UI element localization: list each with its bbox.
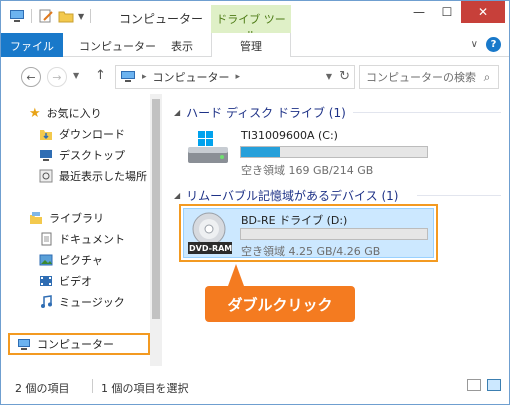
group-header-hdd[interactable]: ◢ ハード ディスク ドライブ (1) xyxy=(174,104,346,121)
window-controls: — ☐ ✕ xyxy=(405,1,505,23)
nav-item-downloads[interactable]: ダウンロード xyxy=(39,125,125,143)
maximize-button[interactable]: ☐ xyxy=(433,1,461,23)
dvd-ram-badge: DVD-RAM xyxy=(189,244,233,253)
tab-manage[interactable]: 管理 xyxy=(211,33,291,57)
computer-icon xyxy=(121,71,135,82)
recent-locations-chevron-icon[interactable]: ▼ xyxy=(73,71,79,80)
search-input[interactable]: コンピューターの検索 xyxy=(366,69,476,85)
pictures-icon xyxy=(39,254,53,266)
tiles-view-icon[interactable] xyxy=(487,379,501,391)
search-icon[interactable]: ⌕ xyxy=(476,70,498,85)
group-header-label: ハード ディスク ドライブ (1) xyxy=(186,106,346,120)
double-click-callout: ダブルクリック xyxy=(205,286,355,322)
nav-item-label: ピクチャ xyxy=(59,254,103,267)
context-tab-header: ドライブ ツール xyxy=(211,5,291,42)
music-icon xyxy=(41,295,52,308)
desktop-icon xyxy=(40,150,52,161)
drive-d-name: BD-RE ドライブ (D:) xyxy=(241,214,348,227)
address-history-chevron-icon[interactable]: ▼ xyxy=(326,72,332,81)
qat-dropdown-icon[interactable]: ▼ xyxy=(78,12,84,21)
explorer-window: ▼ コンピューター ドライブ ツール — ☐ ✕ ファイル コンピューター 表示… xyxy=(0,0,510,405)
nav-item-videos[interactable]: ビデオ xyxy=(39,272,92,290)
tab-computer[interactable]: コンピューター xyxy=(79,33,156,57)
status-bar: 2 個の項目 1 個の項目を選択 xyxy=(1,371,509,404)
nav-item-music[interactable]: ミュージック xyxy=(39,293,125,311)
tab-view[interactable]: 表示 xyxy=(171,33,193,57)
download-folder-icon xyxy=(40,130,52,140)
nav-libraries[interactable]: ライブラリ xyxy=(29,209,104,227)
nav-item-pictures[interactable]: ピクチャ xyxy=(39,251,103,269)
star-icon: ★ xyxy=(29,105,41,121)
expand-ribbon-icon[interactable]: ∨ xyxy=(471,39,478,50)
nav-favorites-label: お気に入り xyxy=(46,107,102,120)
group-divider xyxy=(353,112,501,113)
nav-item-recent-places[interactable]: 最近表示した場所 xyxy=(39,167,147,185)
nav-scrollbar-thumb[interactable] xyxy=(152,99,160,319)
up-arrow-icon[interactable]: ↑ xyxy=(95,68,106,83)
collapse-chevron-icon[interactable]: ◢ xyxy=(174,191,180,200)
drive-c-free-space: 空き領域 169 GB/214 GB xyxy=(241,164,374,177)
nav-item-label: ビデオ xyxy=(59,275,92,288)
qat-separator xyxy=(31,9,32,23)
nav-item-label: ミュージック xyxy=(59,296,125,309)
nav-item-label: ダウンロード xyxy=(59,128,125,141)
status-separator xyxy=(92,379,93,393)
nav-item-label: ドキュメント xyxy=(59,233,125,246)
nav-item-label: 最近表示した場所 xyxy=(59,170,147,183)
group-divider xyxy=(417,195,501,196)
drive-c-name[interactable]: TI31009600A (C:) xyxy=(241,129,338,142)
recent-places-icon xyxy=(39,169,53,183)
ribbon-right-controls: ∨ ? xyxy=(471,37,501,52)
drive-d-free-space: 空き領域 4.25 GB/4.26 GB xyxy=(241,245,381,258)
new-folder-icon[interactable] xyxy=(58,9,74,23)
nav-item-desktop[interactable]: デスクトップ xyxy=(39,146,125,164)
close-button[interactable]: ✕ xyxy=(461,1,505,23)
back-arrow-icon[interactable]: ← xyxy=(21,67,41,87)
nav-item-documents[interactable]: ドキュメント xyxy=(39,230,125,248)
group-header-label: リムーバブル記憶域があるデバイス (1) xyxy=(186,189,399,203)
minimize-button[interactable]: — xyxy=(405,1,433,23)
refresh-icon[interactable]: ↻ xyxy=(339,69,350,84)
nav-item-label: デスクトップ xyxy=(59,149,125,162)
breadcrumb-separator-icon[interactable]: ▸ xyxy=(142,72,147,82)
nav-favorites[interactable]: ★ お気に入り xyxy=(29,104,102,122)
callout-pointer xyxy=(228,264,244,286)
help-icon[interactable]: ? xyxy=(486,37,501,52)
status-item-count: 2 個の項目 xyxy=(15,382,70,395)
address-bar[interactable]: ▸ コンピューター ▸ ▼ ↻ xyxy=(115,65,355,89)
computer-app-icon xyxy=(10,10,24,22)
details-view-icon[interactable] xyxy=(467,379,481,391)
navigation-bar: ← → ▼ ↑ ▸ コンピューター ▸ ▼ ↻ コンピューターの検索 ⌕ xyxy=(1,58,509,94)
drive-c-usage-fill xyxy=(241,147,281,157)
computer-highlight-outline xyxy=(8,333,150,355)
search-box[interactable]: コンピューターの検索 ⌕ xyxy=(359,65,499,89)
breadcrumb-separator-icon[interactable]: ▸ xyxy=(236,72,241,82)
group-header-removable[interactable]: ◢ リムーバブル記憶域があるデバイス (1) xyxy=(174,187,399,204)
status-selection: 1 個の項目を選択 xyxy=(101,382,189,395)
ribbon-tabs: ファイル コンピューター 表示 管理 ∨ ? xyxy=(1,33,509,57)
view-switcher xyxy=(467,379,501,391)
drive-d-usage-bar xyxy=(240,228,428,240)
nav-libraries-label: ライブラリ xyxy=(49,212,104,225)
drive-c-usage-bar xyxy=(240,146,428,158)
videos-icon xyxy=(40,276,52,286)
quick-access-toolbar: ▼ xyxy=(9,9,93,23)
properties-icon[interactable] xyxy=(38,9,54,23)
qat-separator xyxy=(90,9,92,23)
title-bar: ▼ コンピューター ドライブ ツール — ☐ ✕ xyxy=(1,1,509,42)
collapse-chevron-icon[interactable]: ◢ xyxy=(174,108,180,117)
window-title: コンピューター xyxy=(119,12,204,26)
libraries-icon xyxy=(30,212,42,224)
documents-icon xyxy=(41,232,52,246)
hard-drive-icon xyxy=(188,131,228,163)
forward-arrow-icon[interactable]: → xyxy=(47,67,67,87)
tab-file[interactable]: ファイル xyxy=(1,33,63,57)
breadcrumb-computer[interactable]: コンピューター xyxy=(153,69,230,85)
